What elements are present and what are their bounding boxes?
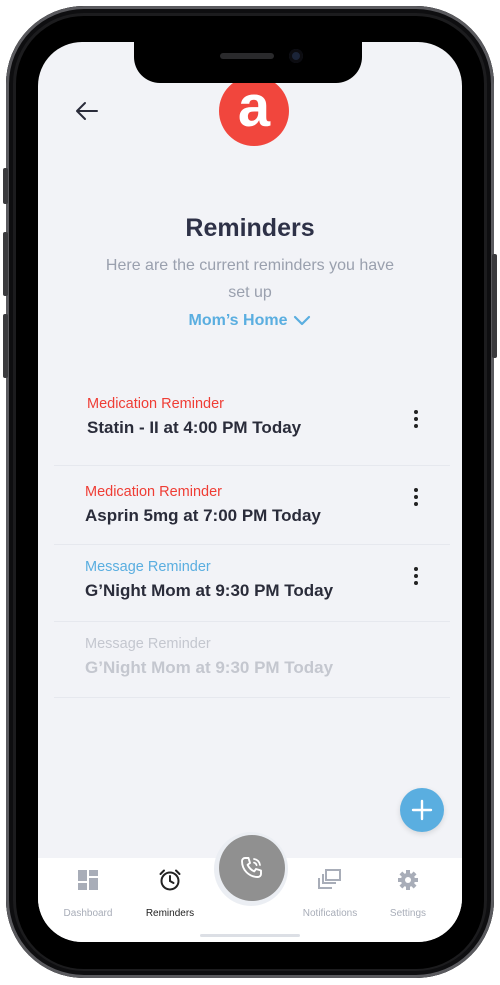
dashboard-icon [78, 870, 98, 890]
tab-settings[interactable]: Settings [368, 864, 448, 934]
phone-call-icon [241, 857, 262, 878]
add-reminder-button[interactable] [400, 788, 444, 832]
home-indicator [200, 934, 300, 937]
location-label: Mom’s Home [188, 312, 288, 329]
reminder-text: G’Night Mom at 9:30 PM Today [85, 581, 334, 600]
tab-label: Settings [389, 908, 427, 919]
reminder-type: Message Reminder [85, 636, 211, 652]
more-options-icon[interactable] [406, 563, 426, 589]
volume-up-button [3, 232, 8, 296]
arrow-left-icon [76, 102, 98, 120]
page-title: Reminders [185, 214, 315, 242]
tab-notifications[interactable]: Notifications [290, 864, 370, 934]
location-selector[interactable]: Mom’s Home [38, 312, 462, 330]
more-options-icon[interactable] [406, 484, 426, 510]
reminder-text: Statin - II at 4:00 PM Today [87, 418, 302, 437]
reminder-text: Asprin 5mg at 7:00 PM Today [85, 506, 321, 525]
power-button [492, 254, 497, 358]
more-options-icon[interactable] [406, 406, 426, 432]
app-logo: a [219, 76, 289, 146]
call-button[interactable] [219, 835, 285, 901]
reminder-row-disabled[interactable]: Message Reminder G’Night Mom at 9:30 PM … [54, 622, 450, 698]
page-subtitle: Here are the current reminders you have … [105, 257, 395, 301]
phone-notch [134, 37, 362, 83]
tab-reminders[interactable]: Reminders [130, 864, 210, 934]
alarm-clock-icon [159, 869, 181, 891]
app-screen: a Reminders Here are the current reminde… [38, 42, 462, 942]
notifications-icon [318, 869, 341, 889]
chevron-down-icon [294, 315, 311, 326]
mute-switch [3, 168, 8, 204]
reminder-row[interactable]: Medication Reminder Statin - II at 4:00 … [54, 376, 450, 466]
reminder-type: Message Reminder [85, 559, 211, 575]
reminder-type: Medication Reminder [87, 396, 225, 412]
gear-icon [398, 870, 418, 890]
front-camera [289, 49, 303, 63]
reminder-type: Medication Reminder [85, 484, 223, 500]
volume-down-button [3, 314, 8, 378]
plus-icon [411, 799, 433, 821]
tab-label: Reminders [145, 908, 195, 919]
tab-label: Notifications [302, 908, 358, 919]
reminder-list: Medication Reminder Statin - II at 4:00 … [54, 376, 450, 698]
tab-label: Dashboard [63, 908, 113, 919]
reminder-text: G’Night Mom at 9:30 PM Today [85, 658, 334, 677]
reminder-row[interactable]: Medication Reminder Asprin 5mg at 7:00 P… [54, 466, 450, 545]
tab-dashboard[interactable]: Dashboard [48, 864, 128, 934]
back-button[interactable] [74, 98, 100, 124]
speaker-grille [220, 53, 274, 59]
reminder-row[interactable]: Message Reminder G’Night Mom at 9:30 PM … [54, 545, 450, 622]
